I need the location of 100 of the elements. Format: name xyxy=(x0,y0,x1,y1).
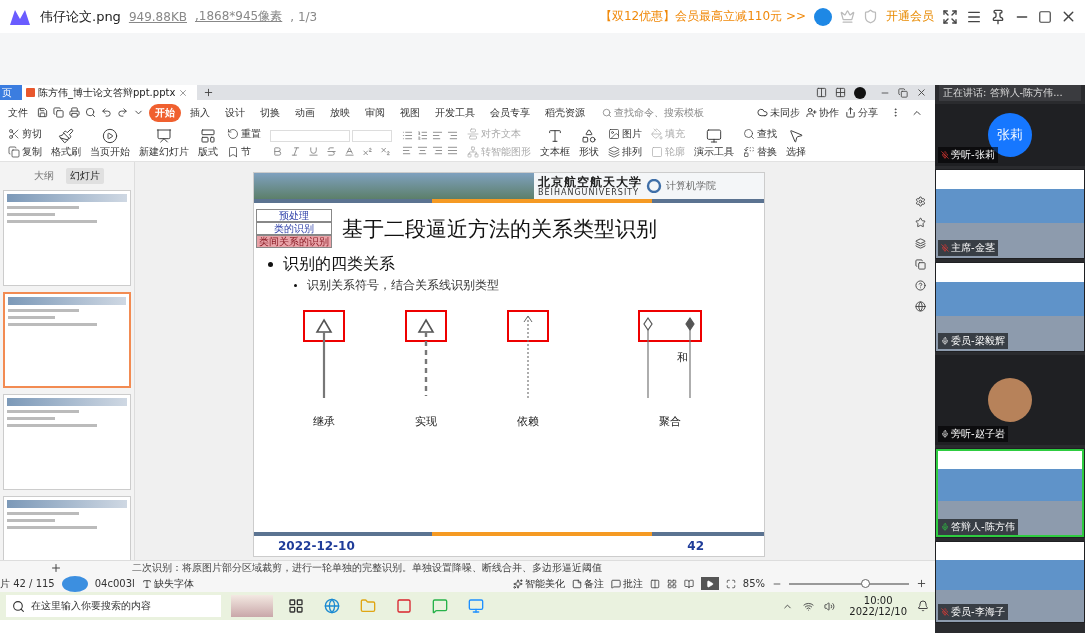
toolbar-icon[interactable] xyxy=(53,107,64,118)
zoom-in-icon[interactable] xyxy=(916,578,927,589)
menu-tab[interactable]: 稻壳资源 xyxy=(539,103,591,122)
panel-tab[interactable]: 幻灯片 xyxy=(66,168,104,184)
action-button[interactable]: 协作 xyxy=(806,105,839,120)
slide-title: 基于二段逼近方法的关系类型识别 xyxy=(342,215,657,243)
side-tool-icon[interactable] xyxy=(914,238,926,249)
format-icon[interactable] xyxy=(342,145,356,157)
font-name-field[interactable] xyxy=(270,129,350,142)
fit-window-icon[interactable] xyxy=(725,578,736,589)
normal-view-icon[interactable] xyxy=(649,578,660,589)
ribbon-button[interactable]: 形状 xyxy=(579,127,599,159)
paragraph-icon[interactable] xyxy=(401,130,413,141)
beautify-button[interactable]: 智能美化 xyxy=(512,576,565,591)
toolbar-icon[interactable] xyxy=(85,107,96,118)
ribbon-button[interactable]: 替换 xyxy=(743,145,777,159)
speaker-notes: 二次识别：将原图片部分区域裁剪，进行一轮单独的完整识别。单独设置降噪、断线合并、多边形逼近阈值 xyxy=(132,561,602,575)
shield-icon[interactable] xyxy=(863,9,878,24)
paragraph-icon[interactable] xyxy=(446,130,458,141)
menu-tab[interactable]: 文件 xyxy=(2,103,34,122)
side-tool-icon[interactable] xyxy=(914,280,926,291)
bookmark-icon xyxy=(227,146,239,158)
menu-tab[interactable]: 设计 xyxy=(219,103,251,122)
menu-tab[interactable]: 动画 xyxy=(289,103,321,122)
reading-view-icon[interactable] xyxy=(683,578,694,589)
ribbon-button[interactable]: 图片 xyxy=(608,127,642,141)
ribbon-button[interactable]: 当页开始 xyxy=(90,127,130,159)
ribbon-button[interactable]: 复制 xyxy=(8,145,42,159)
add-slide-icon[interactable] xyxy=(50,562,62,574)
ribbon-button[interactable]: 新建幻灯片 xyxy=(139,127,189,159)
notes-button[interactable]: 备注 xyxy=(571,576,604,591)
ribbon-button[interactable]: 版式 xyxy=(198,127,218,159)
ribbon-button[interactable]: 文本框 xyxy=(540,127,570,159)
document-tab[interactable]: 陈方伟_博士论文答辩ppt.pptx xyxy=(22,85,197,100)
paragraph-icon[interactable] xyxy=(431,130,443,141)
toolbar-icon[interactable] xyxy=(37,107,48,118)
menu-tab[interactable]: 开发工具 xyxy=(429,103,481,122)
side-tool-icon[interactable] xyxy=(914,301,926,312)
menu-tab[interactable]: 审阅 xyxy=(359,103,391,122)
home-tab[interactable]: 页 xyxy=(0,85,22,100)
toolbar-icon[interactable] xyxy=(101,107,112,118)
action-button[interactable]: 分享 xyxy=(845,105,878,120)
missing-font-button[interactable]: 缺失字体 xyxy=(141,576,194,591)
ribbon-button[interactable]: 格式刷 xyxy=(51,127,81,159)
slide-thumbnail[interactable] xyxy=(3,190,131,286)
zoom-slider-thumb[interactable] xyxy=(860,578,870,588)
ribbon-button[interactable]: 演示工具 xyxy=(694,127,734,159)
font-size-field[interactable] xyxy=(352,129,392,142)
layout-icon[interactable] xyxy=(816,85,827,100)
slide-thumbnail[interactable] xyxy=(3,292,131,388)
play-button[interactable] xyxy=(700,577,719,590)
side-tool-icon[interactable] xyxy=(914,217,926,228)
maximize-icon[interactable] xyxy=(1038,9,1052,24)
comments-button[interactable]: 批注 xyxy=(610,576,643,591)
action-button[interactable]: 未同步 xyxy=(757,105,800,120)
format-icon[interactable] xyxy=(306,145,320,157)
format-icon[interactable] xyxy=(324,145,338,157)
pin-icon[interactable] xyxy=(990,8,1006,25)
menu-tab[interactable]: 插入 xyxy=(184,103,216,122)
paragraph-icon[interactable] xyxy=(446,145,458,156)
grid-view-icon[interactable] xyxy=(666,578,677,589)
ribbon-button[interactable]: 重置 xyxy=(227,127,261,141)
menu-tab[interactable]: 视图 xyxy=(394,103,426,122)
paragraph-icon[interactable] xyxy=(401,145,413,156)
wifi-icon[interactable] xyxy=(803,600,815,612)
menu-tab[interactable]: 会员专享 xyxy=(484,103,536,122)
slide-thumbnail[interactable] xyxy=(3,394,131,490)
restore-icon[interactable] xyxy=(898,85,908,100)
toolbar-icon[interactable] xyxy=(69,107,80,118)
zoom-level[interactable]: 85% xyxy=(742,578,765,589)
side-tool-icon[interactable] xyxy=(914,259,926,270)
taskbar-app-icon[interactable] xyxy=(288,598,304,614)
command-search-field[interactable]: 查找命令、搜索模板 xyxy=(602,105,704,120)
format-icon[interactable] xyxy=(378,145,392,157)
paragraph-icon[interactable] xyxy=(416,145,428,156)
volume-icon[interactable] xyxy=(824,600,836,612)
figure-label: 聚合 xyxy=(659,414,681,429)
recording-widget[interactable] xyxy=(61,575,88,592)
crown-icon[interactable] xyxy=(840,9,855,24)
format-icon[interactable] xyxy=(360,145,374,157)
toolbar-icon[interactable] xyxy=(117,107,128,118)
grid-icon[interactable] xyxy=(835,85,846,100)
taskbar-clock[interactable]: 10:00 2022/12/10 xyxy=(849,595,907,617)
ribbon-button[interactable]: 查找 xyxy=(743,127,777,141)
ribbon-button[interactable]: 剪切 xyxy=(8,127,42,141)
menu-tab[interactable]: 放映 xyxy=(324,103,356,122)
ribbon-button[interactable]: 选择 xyxy=(786,127,806,159)
user-avatar-icon[interactable] xyxy=(854,85,866,100)
side-tool-icon[interactable] xyxy=(914,196,926,207)
notification-icon[interactable] xyxy=(917,600,929,612)
paragraph-icon[interactable] xyxy=(416,130,428,141)
panel-tab[interactable]: 大纲 xyxy=(30,168,58,184)
zoom-slider[interactable] xyxy=(789,582,909,585)
shapes-icon xyxy=(581,127,597,144)
paragraph-icon[interactable] xyxy=(431,145,443,156)
ribbon-button[interactable]: 排列 xyxy=(608,145,642,159)
fullscreen-icon[interactable] xyxy=(942,8,958,25)
menu-tab[interactable]: 切换 xyxy=(254,103,286,122)
ribbon-button[interactable]: 节 xyxy=(227,145,261,159)
taskbar-search-field[interactable]: 在这里输入你要搜索的内容 xyxy=(6,595,221,617)
